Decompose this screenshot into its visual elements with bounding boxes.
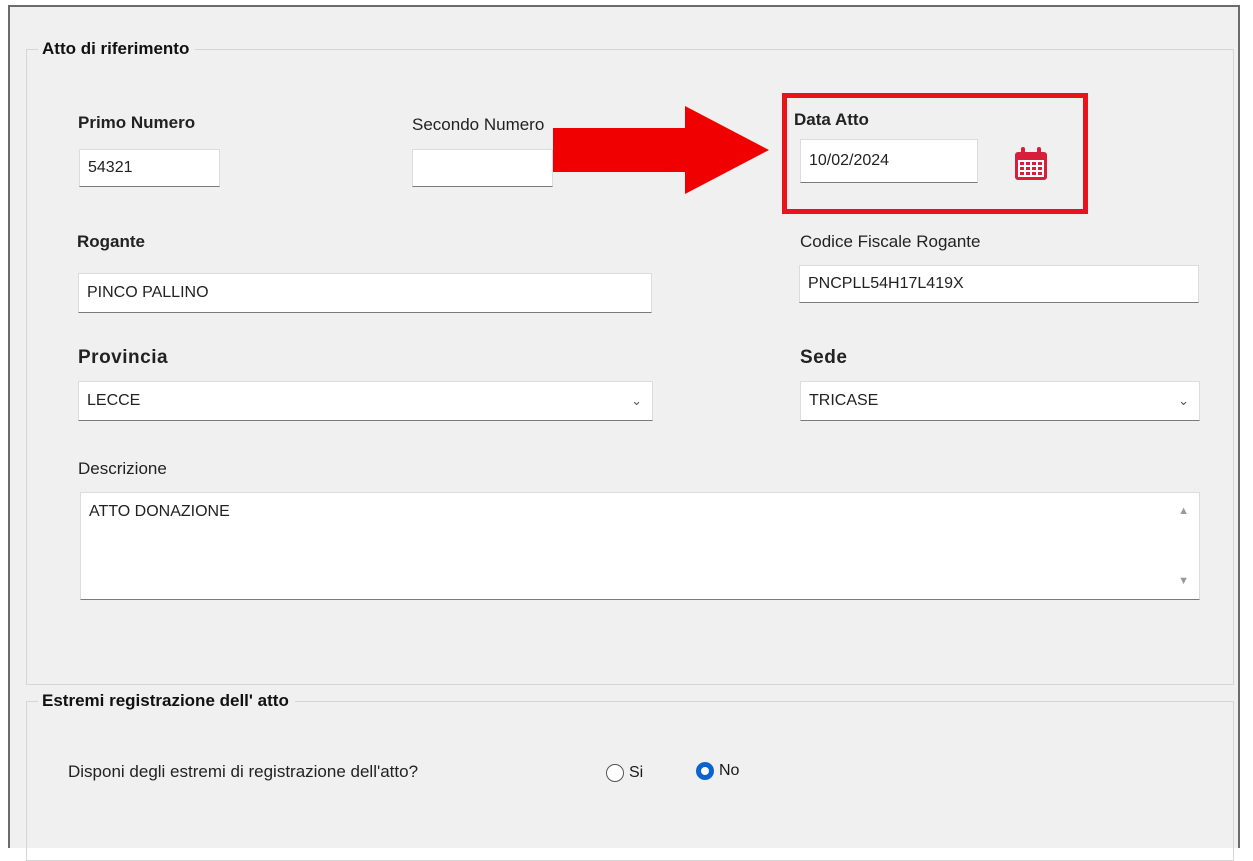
radio-no-circle[interactable] <box>696 762 714 780</box>
form-window: Atto di riferimento Primo Numero 54321 S… <box>8 5 1240 861</box>
codice-fiscale-value: PNCPLL54H17L419X <box>808 275 964 292</box>
sede-label: Sede <box>800 347 848 368</box>
radio-si-label: Si <box>629 764 644 781</box>
primo-numero-value: 54321 <box>88 159 133 176</box>
rogante-label: Rogante <box>77 232 145 251</box>
codice-fiscale-label: Codice Fiscale Rogante <box>800 232 981 251</box>
rogante-input[interactable]: PINCO PALLINO <box>78 273 652 313</box>
radio-si[interactable]: Si <box>606 764 643 782</box>
descrizione-label: Descrizione <box>78 459 167 478</box>
annotation-highlight-box <box>782 93 1088 214</box>
scroll-down-icon[interactable]: ▼ <box>1178 575 1189 587</box>
provincia-label: Provincia <box>78 347 169 368</box>
primo-numero-input[interactable]: 54321 <box>79 149 220 187</box>
chevron-down-icon: ⌄ <box>631 393 642 408</box>
registrazione-question: Disponi degli estremi di registrazione d… <box>68 762 419 781</box>
descrizione-value: ATTO DONAZIONE <box>89 503 230 520</box>
sede-select[interactable]: TRICASE ⌄ <box>800 381 1200 421</box>
sede-value: TRICASE <box>809 392 879 409</box>
radio-no-label: No <box>719 762 740 779</box>
primo-numero-label: Primo Numero <box>78 113 196 132</box>
radio-si-circle[interactable] <box>606 764 624 782</box>
group-title-atto: Atto di riferimento <box>38 39 196 59</box>
provincia-select[interactable]: LECCE ⌄ <box>78 381 653 421</box>
radio-no[interactable]: No <box>696 762 739 780</box>
descrizione-textarea[interactable]: ATTO DONAZIONE ▲ ▼ <box>80 492 1200 600</box>
scroll-up-icon[interactable]: ▲ <box>1178 505 1189 517</box>
codice-fiscale-input[interactable]: PNCPLL54H17L419X <box>799 265 1199 303</box>
secondo-numero-label: Secondo Numero <box>412 115 545 134</box>
rogante-value: PINCO PALLINO <box>87 284 209 301</box>
secondo-numero-input[interactable] <box>412 149 553 187</box>
annotation-arrow-icon <box>553 106 769 194</box>
chevron-down-icon: ⌄ <box>1178 393 1189 408</box>
provincia-value: LECCE <box>87 392 141 409</box>
group-title-estremi: Estremi registrazione dell' atto <box>38 691 295 711</box>
